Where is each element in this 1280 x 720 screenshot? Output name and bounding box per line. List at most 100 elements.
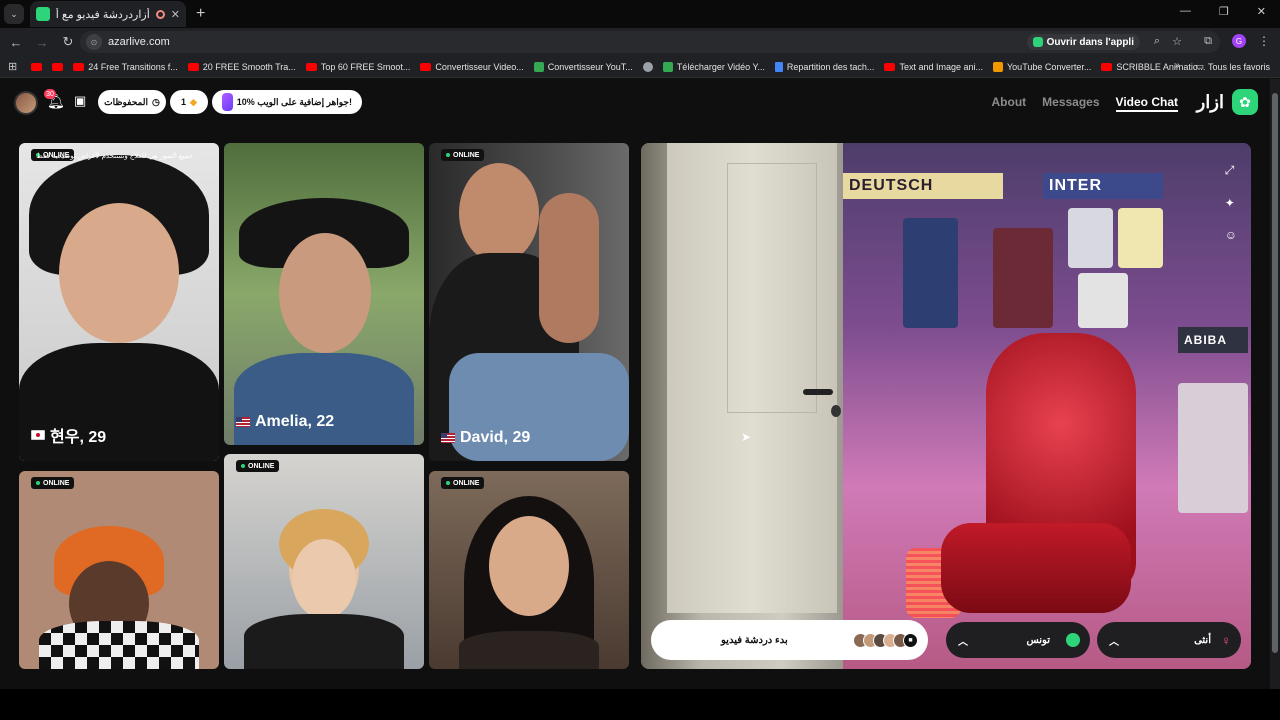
youtube-icon — [187, 62, 199, 71]
reload-icon[interactable]: ↻ — [58, 34, 78, 50]
video-tools: ⤢ ✦ ☺ — [1225, 163, 1237, 242]
bookmark-item[interactable]: Convertisseur Video... — [420, 62, 524, 72]
magic-wand-icon[interactable]: ✦ — [1225, 196, 1237, 210]
tab-title: أزاردردشة فيديو مع أشخاص — [56, 8, 150, 21]
open-in-app-button[interactable]: Ouvrir dans l'appli — [1026, 34, 1140, 50]
bookmark-item[interactable]: 24 Free Transitions f... — [73, 62, 178, 72]
face-mask-icon[interactable]: ☺ — [1225, 228, 1237, 242]
bookmark-star-icon[interactable]: ☆ — [1172, 35, 1182, 48]
card-caption: David, 29 — [441, 429, 530, 447]
card-name: David, 29 — [460, 429, 531, 446]
gender-label: أنثى — [1194, 634, 1211, 646]
youtube-icon — [420, 62, 432, 71]
logo-icon: ✿ — [1232, 89, 1258, 115]
nav-video-chat[interactable]: Video Chat — [1115, 95, 1178, 112]
profile-card-2[interactable]: Amelia, 22 — [224, 143, 424, 445]
forward-icon[interactable]: → — [32, 35, 52, 50]
globe-icon — [642, 61, 653, 72]
converter-icon — [993, 61, 1003, 72]
profile-card-1[interactable]: ONLINE جميع الصور هي للعلاج وتستخدم لأغر… — [19, 143, 219, 461]
promo-button[interactable]: 10% جواهر إضافية على الويب! — [212, 90, 362, 114]
saved-button[interactable]: المحفوظات ◷ — [98, 90, 166, 114]
tab-search-button[interactable]: ⌄ — [4, 4, 24, 24]
jersey-shape — [1078, 273, 1128, 328]
address-bar[interactable]: ⊙ azarlive.com Ouvrir dans l'appli ⌕ ☆ — [80, 31, 1220, 53]
globe-icon — [1066, 633, 1080, 647]
country-filter-button[interactable]: ︿ تونس — [946, 622, 1090, 658]
banner-abiba: ABIBA — [1178, 327, 1248, 353]
bookmark-youtube-plain[interactable] — [31, 62, 43, 71]
youtube-icon — [31, 62, 43, 71]
nav-about[interactable]: About — [992, 95, 1027, 112]
store-icon[interactable]: ▣ — [74, 93, 90, 109]
user-avatar[interactable] — [14, 91, 38, 115]
bookmark-item[interactable]: SCRIBBLE Animatio... — [1101, 62, 1205, 72]
door-panel-shape — [727, 163, 817, 413]
bookmark-youtube-plain-2[interactable] — [52, 62, 64, 71]
door-frame-shape — [641, 143, 843, 669]
bookmark-item[interactable]: Text and Image ani... — [884, 62, 983, 72]
docs-icon — [774, 61, 783, 72]
zoom-icon[interactable]: ⌕ — [1154, 35, 1160, 48]
body-shape — [234, 353, 414, 445]
bookmark-item[interactable]: Repartition des tach... — [774, 61, 875, 72]
azar-app-icon — [1032, 37, 1043, 47]
apps-grid-icon[interactable]: ⊞ — [8, 60, 17, 73]
bookmark-item[interactable]: Top 60 FREE Smoot... — [305, 62, 410, 72]
browser-menu-icon[interactable]: ⋮ — [1258, 34, 1270, 48]
new-tab-button[interactable]: + — [196, 5, 205, 23]
bookmark-globe[interactable] — [642, 61, 653, 72]
camera-icon: ■ — [903, 632, 918, 648]
online-badge: ONLINE — [236, 460, 280, 472]
card-caption: 현우, 29 — [31, 423, 106, 447]
youtube-icon — [1101, 62, 1113, 71]
bookmark-label: Repartition des tach... — [786, 61, 875, 72]
more-bookmarks-icon[interactable]: » — [1174, 60, 1180, 71]
fullscreen-icon[interactable]: ⤢ — [1225, 163, 1237, 178]
bookmark-label: Convertisseur YouT... — [547, 61, 633, 72]
download-icon — [662, 61, 673, 72]
azar-favicon-icon — [36, 7, 50, 21]
back-icon[interactable]: ← — [6, 35, 26, 50]
chevron-up-icon: ︿ — [1109, 636, 1119, 648]
online-badge: ONLINE — [31, 477, 75, 489]
maximize-icon[interactable]: ❐ — [1219, 5, 1229, 18]
face-shape — [489, 516, 569, 616]
youtube-icon — [73, 62, 85, 71]
open-in-app-label: Ouvrir dans l'appli — [1046, 36, 1134, 48]
scroll-thumb[interactable] — [1272, 93, 1278, 653]
azar-logo[interactable]: ازار ✿ — [1197, 89, 1258, 115]
site-info-icon[interactable]: ⊙ — [86, 34, 102, 50]
profile-card-3[interactable]: ONLINE David, 29 — [429, 143, 629, 461]
close-window-icon[interactable]: ✕ — [1257, 5, 1266, 18]
online-badge: ONLINE — [441, 149, 485, 161]
extensions-icon[interactable]: ⧉ — [1204, 35, 1212, 48]
profile-card-4[interactable]: ONLINE — [19, 471, 219, 669]
gift-icon — [222, 93, 233, 111]
gems-button[interactable]: 1 ◆ — [170, 90, 208, 114]
tab-close-icon[interactable]: ✕ — [171, 8, 180, 21]
start-video-chat-button[interactable]: بدء دردشة فيديو ■ — [651, 620, 928, 660]
banner-deutsch: DEUTSCH — [843, 173, 1003, 199]
gender-filter-button[interactable]: ︿ أنثى ♀ — [1097, 622, 1241, 658]
female-icon: ♀ — [1221, 632, 1231, 648]
profile-avatar[interactable]: G — [1232, 34, 1246, 48]
bookmark-item[interactable]: Convertisseur YouT... — [533, 61, 633, 72]
youtube-icon — [305, 62, 317, 71]
door-lock-shape — [831, 405, 841, 417]
chair-seat-shape — [941, 523, 1131, 613]
bookmark-item[interactable]: Télécharger Vidéo Y... — [662, 61, 765, 72]
door-handle-shape — [803, 389, 833, 395]
scrollbar[interactable] — [1270, 79, 1280, 689]
all-bookmarks-button[interactable]: ▭ Tous les favoris — [1195, 61, 1270, 72]
bookmark-item[interactable]: 20 FREE Smooth Tra... — [187, 62, 296, 72]
us-flag-icon — [236, 417, 250, 427]
browser-tab[interactable]: أزاردردشة فيديو مع أشخاص ✕ — [30, 1, 186, 27]
nav-messages[interactable]: Messages — [1042, 95, 1099, 112]
bookmark-item[interactable]: YouTube Converter... — [993, 61, 1091, 72]
minimize-icon[interactable]: — — [1180, 5, 1191, 18]
profile-card-5[interactable]: ONLINE — [224, 454, 424, 669]
bookmark-label: Text and Image ani... — [899, 61, 983, 72]
profile-card-6[interactable]: ONLINE — [429, 471, 629, 669]
door-shape — [667, 143, 837, 613]
